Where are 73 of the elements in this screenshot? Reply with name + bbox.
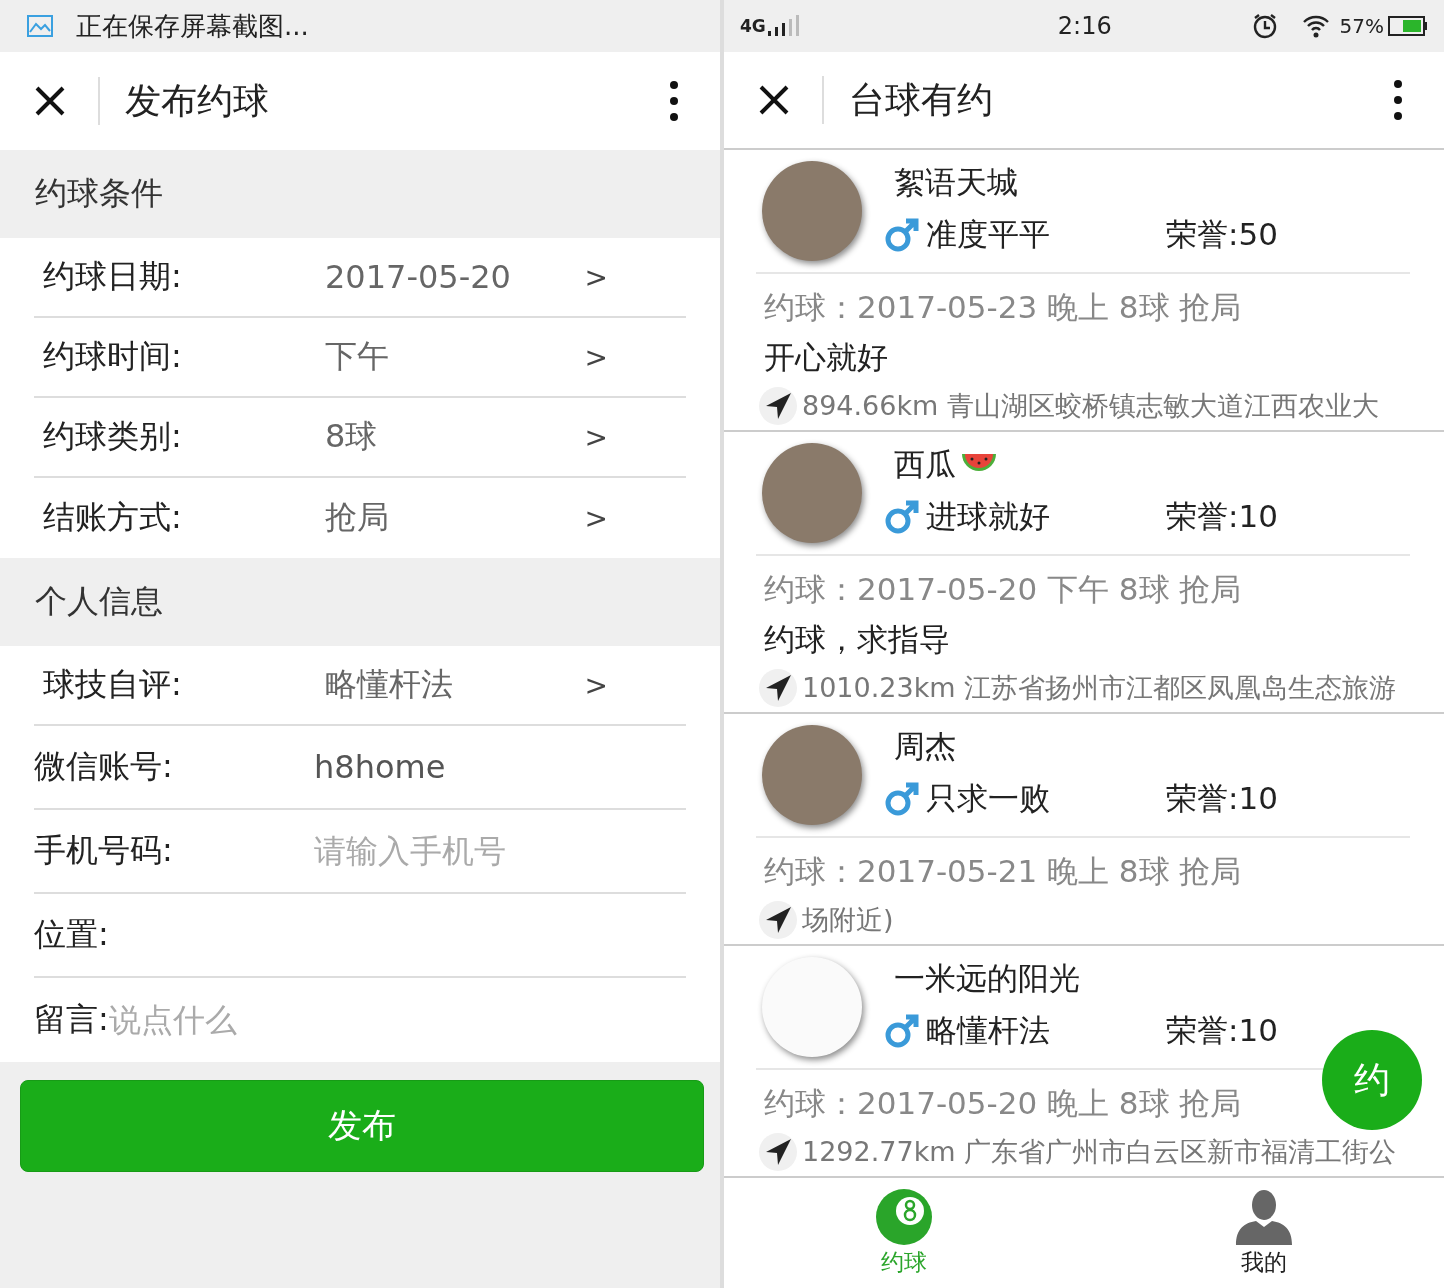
- more-icon[interactable]: [1394, 80, 1402, 120]
- field-label: 约球类别:: [42, 416, 183, 457]
- field-label: 球技自评:: [42, 664, 183, 705]
- field-label: 约球日期:: [42, 256, 183, 297]
- post-message: 开心就好: [763, 338, 889, 377]
- field-label: 手机号码:: [34, 830, 174, 871]
- battery-percent: 57%: [1339, 14, 1384, 38]
- signal-icon: [765, 15, 802, 37]
- honor-score: 荣誉:10: [1166, 1011, 1278, 1050]
- user-name: 西瓜: [894, 445, 956, 484]
- network-label: 4G: [740, 16, 766, 36]
- person-icon: [1234, 1188, 1294, 1245]
- skill-level: 准度平平: [926, 215, 1051, 254]
- post-card[interactable]: 周杰 只求一败 荣誉:10 约球：2017-05-21 晚上 8球 抢局 场附近): [724, 714, 1444, 946]
- close-icon[interactable]: [758, 84, 790, 116]
- user-name: 一米远的阳光: [894, 959, 1080, 998]
- field-value: 2017-05-20: [325, 258, 512, 296]
- location-text: 894.66km 青山湖区蛟桥镇志敏大道江西农业大: [802, 389, 1379, 423]
- post-message: 约球，求指导: [763, 620, 951, 659]
- eight-ball-icon: [876, 1188, 932, 1245]
- status-notice: 正在保存屏幕截图...: [76, 9, 309, 43]
- page-title: 台球有约: [849, 77, 994, 122]
- section-header: 约球条件: [34, 173, 164, 214]
- image-icon: [26, 14, 54, 38]
- field-label: 约球时间:: [42, 336, 183, 377]
- tab-label: 约球: [881, 1247, 927, 1277]
- close-icon[interactable]: [34, 85, 66, 117]
- select-row[interactable]: 约球日期: 2017-05-20 >: [34, 238, 686, 318]
- more-icon[interactable]: [670, 81, 678, 121]
- skill-level: 只求一败: [926, 779, 1051, 818]
- select-row[interactable]: 约球时间: 下午 >: [34, 318, 686, 398]
- chevron-icon: >: [584, 340, 608, 374]
- chevron-icon: >: [584, 260, 608, 294]
- select-row[interactable]: 结账方式: 抢局 >: [34, 478, 686, 558]
- field-label: 位置:: [34, 914, 110, 955]
- select-row[interactable]: 约球类别: 8球 >: [34, 398, 686, 478]
- text-field[interactable]: 请输入手机号: [314, 832, 644, 870]
- post-card[interactable]: 西瓜 进球就好 荣誉:10 约球：2017-05-20 下午 8球 抢局 约球，求指导 1010.23km 江苏省扬州市江都区凤凰岛生态旅游: [724, 432, 1444, 714]
- field-label: 结账方式:: [42, 497, 183, 538]
- status-time: 2:16: [1057, 12, 1113, 40]
- match-info: 约球：2017-05-20 晚上 8球 抢局: [764, 1084, 1242, 1123]
- field-label: 留言:: [34, 999, 109, 1040]
- location-text: 1010.23km 江苏省扬州市江都区凤凰岛生态旅游: [802, 671, 1397, 705]
- chevron-icon: >: [584, 501, 608, 535]
- chevron-icon: >: [584, 668, 608, 702]
- match-info: 约球：2017-05-21 晚上 8球 抢局: [764, 852, 1242, 891]
- skill-level: 进球就好: [926, 497, 1051, 536]
- honor-score: 荣誉:10: [1166, 779, 1278, 818]
- post-card[interactable]: 絮语天城 准度平平 荣誉:50 约球：2017-05-23 晚上 8球 抢局 开心就好 894.66km 青山湖区蛟桥镇志敏大道江西农业大: [724, 150, 1444, 432]
- location-text: 场附近): [802, 903, 894, 937]
- wifi-icon: [1301, 14, 1330, 38]
- chevron-icon: >: [584, 420, 608, 454]
- field-label: 微信账号:: [34, 746, 174, 787]
- match-info: 约球：2017-05-23 晚上 8球 抢局: [764, 288, 1242, 327]
- user-name: 周杰: [894, 727, 956, 766]
- skill-level: 略懂杆法: [926, 1011, 1051, 1050]
- battery-icon: [1388, 16, 1428, 36]
- honor-score: 荣誉:50: [1166, 215, 1278, 254]
- text-field[interactable]: 说点什么: [108, 1001, 509, 1039]
- tab-label: 我的: [1241, 1247, 1287, 1277]
- alarm-icon: [1251, 13, 1278, 39]
- page-title: 发布约球: [125, 78, 270, 123]
- field-value: 8球: [325, 416, 379, 457]
- match-info: 约球：2017-05-20 下午 8球 抢局: [764, 570, 1242, 609]
- user-name: 絮语天城: [894, 163, 1018, 202]
- text-field[interactable]: h8home: [314, 748, 644, 786]
- honor-score: 荣誉:10: [1166, 497, 1278, 536]
- field-value: 抢局: [325, 497, 390, 538]
- location-text: 1292.77km 广东省广州市白云区新市福清工街公: [802, 1135, 1397, 1169]
- select-row[interactable]: 球技自评: 略懂杆法 >: [34, 646, 686, 726]
- field-value: 下午: [325, 336, 390, 377]
- field-value: 略懂杆法: [325, 664, 454, 705]
- section-header: 个人信息: [34, 581, 164, 622]
